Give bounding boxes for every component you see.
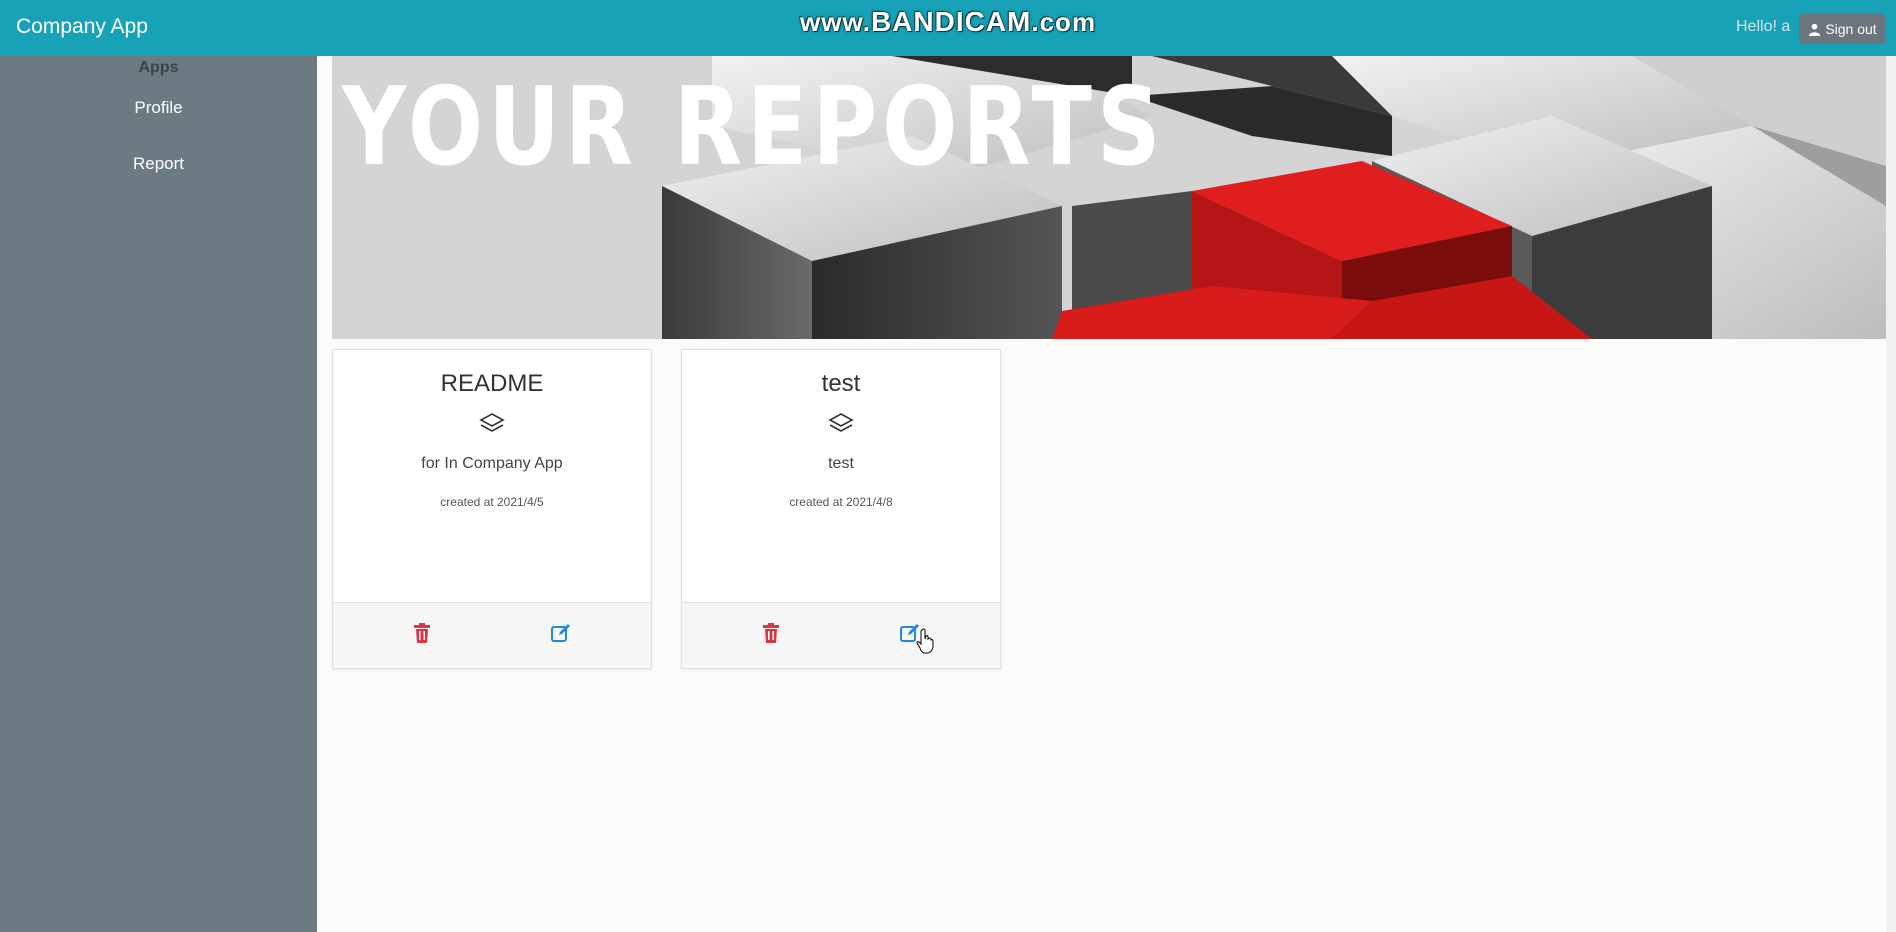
card-footer [333, 602, 651, 668]
hand-cursor-icon [916, 628, 934, 654]
edit-icon[interactable] [551, 623, 571, 643]
sidebar-item-profile[interactable]: Profile [0, 98, 317, 118]
watermark-prefix: www. [800, 7, 871, 37]
greeting-text: Hello! a [1736, 18, 1791, 35]
app-brand[interactable]: Company App [16, 15, 148, 39]
sidebar: Apps Profile Report [0, 56, 317, 932]
sidebar-item-report[interactable]: Report [0, 154, 317, 174]
report-title: README [440, 370, 544, 397]
layers-icon [828, 413, 854, 432]
watermark-suffix: .com [1031, 7, 1097, 37]
user-icon [1809, 23, 1821, 36]
sidebar-heading: Apps [138, 59, 179, 76]
reports-banner: YOUR REPORTS [332, 56, 1886, 339]
recorder-watermark: www.BANDICAM.com [800, 6, 1096, 38]
sign-out-label: Sign out [1825, 21, 1877, 37]
banner-title: YOUR REPORTS [342, 65, 1166, 190]
report-title: test [821, 370, 861, 397]
report-created-date: created at 2021/4/8 [789, 495, 893, 509]
report-card: test test created at 2021/4/8 [681, 349, 1001, 669]
top-navbar: Company App www.BANDICAM.com Hello! a Si… [0, 0, 1896, 56]
sign-out-button[interactable]: Sign out [1799, 14, 1886, 44]
report-description: test [828, 455, 854, 472]
scrollbar[interactable] [1886, 56, 1896, 932]
report-created-date: created at 2021/4/5 [440, 495, 544, 509]
layers-icon [479, 413, 505, 432]
report-card: README for In Company App created at 202… [332, 349, 652, 669]
trash-icon[interactable] [762, 623, 780, 643]
watermark-main: BANDICAM [870, 6, 1032, 37]
report-description: for In Company App [421, 455, 563, 472]
card-footer [682, 602, 1000, 668]
trash-icon[interactable] [413, 623, 431, 643]
